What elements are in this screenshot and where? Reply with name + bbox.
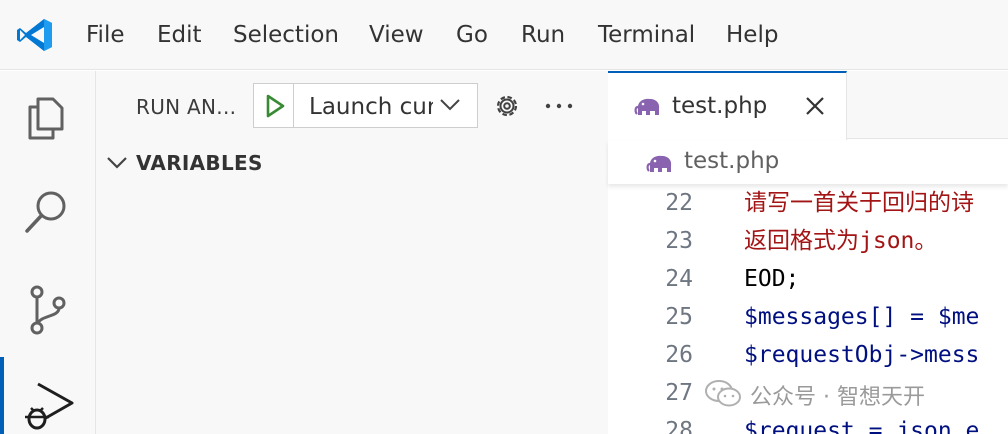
line-number: 27	[665, 380, 693, 406]
play-icon	[266, 94, 285, 118]
line-number: 23	[665, 228, 693, 254]
code-line: 23 返回格式为json。	[608, 222, 1008, 260]
menu-selection[interactable]: Selection	[233, 20, 339, 50]
breadcrumb: test.php	[608, 140, 1008, 184]
menu-view[interactable]: View	[369, 20, 424, 50]
chevron-down-icon	[107, 157, 127, 169]
line-text: $requestObj->mess	[744, 342, 980, 368]
menu-go[interactable]: Go	[456, 20, 488, 50]
variables-section-header[interactable]: VARIABLES	[106, 149, 596, 179]
activity-bar	[0, 71, 96, 434]
launch-config-dropdown[interactable]: Launch currentfile	[253, 83, 478, 128]
close-icon[interactable]	[804, 95, 826, 117]
line-number: 26	[665, 342, 693, 368]
watermark-text: 公众号 · 智想天开	[750, 385, 925, 410]
wechat-icon	[705, 380, 741, 407]
line-number: 28	[665, 418, 693, 434]
line-text: $request = json_e	[744, 418, 980, 434]
code-line: 26 $requestObj->mess	[608, 336, 1008, 374]
breadcrumb-file[interactable]: test.php	[684, 148, 779, 174]
code-line: 24 EOD;	[608, 260, 1008, 298]
tab-bar: test.php	[608, 71, 1008, 140]
run-debug-sidebar: RUN AN... Launch currentfile VARIABLES	[96, 71, 608, 434]
menu-file[interactable]: File	[86, 20, 125, 50]
line-number: 25	[665, 304, 693, 330]
active-indicator	[0, 357, 4, 434]
menu-terminal[interactable]: Terminal	[598, 20, 695, 50]
more-actions-icon[interactable]	[543, 91, 575, 121]
run-debug-icon[interactable]	[20, 377, 74, 431]
code-line: 22 请写一首关于回归的诗	[608, 184, 1008, 222]
vscode-logo-icon[interactable]	[16, 16, 54, 54]
php-elephant-icon	[634, 98, 660, 115]
menu-help[interactable]: Help	[726, 20, 778, 50]
tab-test-php[interactable]: test.php	[608, 71, 847, 140]
variables-title: VARIABLES	[136, 151, 263, 175]
line-text: EOD;	[744, 266, 800, 292]
line-text: 请写一首关于回归的诗	[744, 190, 974, 216]
launch-config-select[interactable]: Launch currentfile	[309, 92, 433, 122]
menu-bar: File Edit Selection View Go Run Terminal…	[0, 0, 1008, 70]
gear-icon[interactable]	[492, 91, 522, 121]
search-icon[interactable]	[20, 185, 74, 239]
line-text: 返回格式为json。	[744, 228, 938, 254]
source-control-icon[interactable]	[20, 283, 74, 337]
menu-edit[interactable]: Edit	[157, 20, 202, 50]
code-line: 28 $request = json_e	[608, 412, 1008, 434]
chevron-down-icon[interactable]	[439, 97, 461, 113]
tab-label: test.php	[672, 93, 768, 119]
line-number: 24	[665, 266, 693, 292]
start-debugging-button[interactable]	[254, 84, 294, 127]
line-text: $messages[] = $me	[744, 304, 980, 330]
menu-run[interactable]: Run	[521, 20, 565, 50]
code-line: 25 $messages[] = $me	[608, 298, 1008, 336]
line-number: 22	[665, 190, 693, 216]
files-icon[interactable]	[20, 91, 74, 145]
sidebar-title: RUN AN...	[136, 95, 237, 119]
php-elephant-icon	[646, 155, 672, 172]
watermark: 公众号 · 智想天开	[704, 377, 994, 411]
